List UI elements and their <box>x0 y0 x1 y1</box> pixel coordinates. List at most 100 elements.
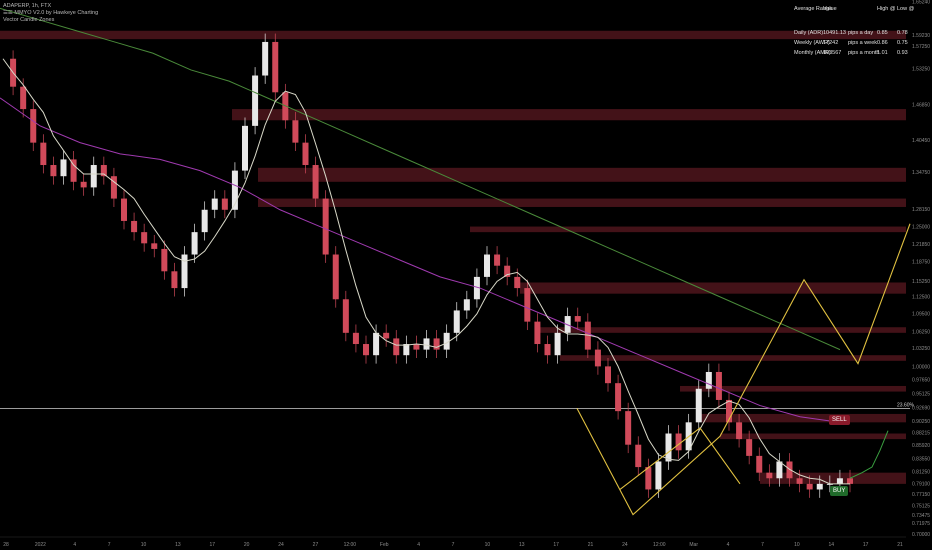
y-tick-label: 0.81250 <box>912 469 930 475</box>
y-tick-label: 1.40450 <box>912 138 930 144</box>
x-tick-label: 13 <box>175 542 181 548</box>
range-table-cell: 103567 <box>823 50 842 56</box>
candle-body <box>736 422 743 440</box>
candle-body <box>252 75 259 126</box>
candle-body <box>262 41 269 76</box>
range-table-cell: 0.86 <box>877 40 888 46</box>
vector-candle-zone <box>232 109 906 121</box>
x-tick-label: 17 <box>863 542 869 548</box>
y-tick-label: 1.12500 <box>912 294 930 300</box>
candle-body <box>191 232 198 255</box>
candle-body <box>403 344 410 356</box>
candle-body <box>836 478 843 484</box>
x-tick-label: 7 <box>761 542 764 548</box>
candle-body <box>141 232 148 244</box>
x-tick-label: 10 <box>485 542 491 548</box>
range-table-cell: 17242 <box>823 40 839 46</box>
candle-body <box>363 344 369 356</box>
candle-body <box>211 198 218 210</box>
candle-body <box>90 165 97 188</box>
candle-body <box>121 198 127 221</box>
candle-body <box>272 41 279 93</box>
candle-body <box>151 243 158 249</box>
candle-body <box>756 455 763 473</box>
range-table-header: Value <box>823 6 837 12</box>
x-tick-label: 24 <box>622 542 628 548</box>
x-tick-label: 17 <box>210 542 216 548</box>
x-tick-label: 20 <box>244 542 250 548</box>
candle-body <box>534 321 541 345</box>
x-tick-label: 17 <box>553 542 559 548</box>
y-tick-label: 0.71975 <box>912 521 930 527</box>
y-tick-label: 1.15250 <box>912 279 930 285</box>
candle-body <box>524 288 531 322</box>
y-tick-label: 0.83550 <box>912 456 930 462</box>
symbol-title: ADAPERP, 1h, FTX <box>3 3 52 9</box>
candle-body <box>342 299 349 333</box>
y-tick-label: 1.21850 <box>912 242 930 248</box>
moving-average-purple <box>0 97 841 423</box>
y-tick-label: 0.85920 <box>912 443 930 449</box>
candle-body <box>806 483 813 490</box>
y-tick-label: 0.90250 <box>912 419 930 425</box>
y-tick-label: 0.73475 <box>912 513 930 519</box>
range-table-cell: 0.93 <box>897 50 908 56</box>
candle-body <box>433 338 440 350</box>
y-tick-label: 1.06250 <box>912 329 930 335</box>
candle-body <box>292 120 299 143</box>
candle-body <box>554 332 561 356</box>
range-table-cell: 10491.13 <box>823 30 846 36</box>
candle-body <box>746 439 753 456</box>
candle-body <box>705 371 712 389</box>
x-tick-label: 4 <box>417 542 420 548</box>
x-tick-label: 4 <box>727 542 730 548</box>
range-table-header: High @ <box>877 6 896 12</box>
y-tick-label: 1.57250 <box>912 44 930 50</box>
y-tick-label: 0.88215 <box>912 430 930 436</box>
y-tick-label: 0.79100 <box>912 481 930 487</box>
y-tick-label: 1.09500 <box>912 311 930 317</box>
candle-body <box>625 411 632 445</box>
candle-body <box>847 478 853 484</box>
candle-body <box>574 316 581 322</box>
sell-badge: SELL <box>829 415 850 425</box>
vector-candle-zone <box>258 167 906 182</box>
candle-body <box>776 461 783 479</box>
candle-body <box>393 338 400 356</box>
range-table-cell: Daily (ADR) <box>794 30 824 36</box>
candle-body <box>50 165 57 177</box>
range-table-cell: pips a week <box>848 40 878 46</box>
candle-body <box>131 220 138 233</box>
x-tick-label: 21 <box>897 542 903 548</box>
vector-candle-zone <box>540 327 906 333</box>
candle-body <box>373 332 380 356</box>
y-tick-label: 1.03250 <box>912 346 930 352</box>
x-tick-label: 12:00 <box>653 542 666 548</box>
candle-body <box>322 198 329 255</box>
candle-body <box>221 198 228 210</box>
candle-body <box>605 366 611 384</box>
candle-body <box>615 383 622 412</box>
vector-candle-zone <box>680 385 906 392</box>
y-tick-label: 0.97650 <box>912 378 930 384</box>
candle-body <box>302 142 309 166</box>
candle-body <box>766 472 773 479</box>
candle-body <box>796 478 803 484</box>
candle-body <box>816 483 823 490</box>
y-tick-label: 1.00000 <box>912 364 930 370</box>
x-tick-label: 10 <box>141 542 147 548</box>
candle-body <box>20 86 27 110</box>
indicator-title[interactable]: ☰☰ MMYO V2.0 by Hawkeye Charting <box>3 10 98 17</box>
zones-title[interactable]: Vector Candle Zones <box>3 17 54 24</box>
y-tick-label: 1.59230 <box>912 33 930 39</box>
x-tick-label: 27 <box>313 542 319 548</box>
x-tick-label: Mar <box>689 542 698 548</box>
range-table-cell: pips a day <box>848 30 874 36</box>
candle-body <box>242 125 248 171</box>
price-chart[interactable]: 23.60%1.652401.592301.572501.532501.4685… <box>0 0 932 550</box>
candle-body <box>40 142 47 166</box>
x-tick-label: 28 <box>3 542 9 548</box>
candle-body <box>383 332 390 339</box>
y-tick-label: 1.25000 <box>912 225 930 231</box>
x-tick-label: 24 <box>278 542 284 548</box>
